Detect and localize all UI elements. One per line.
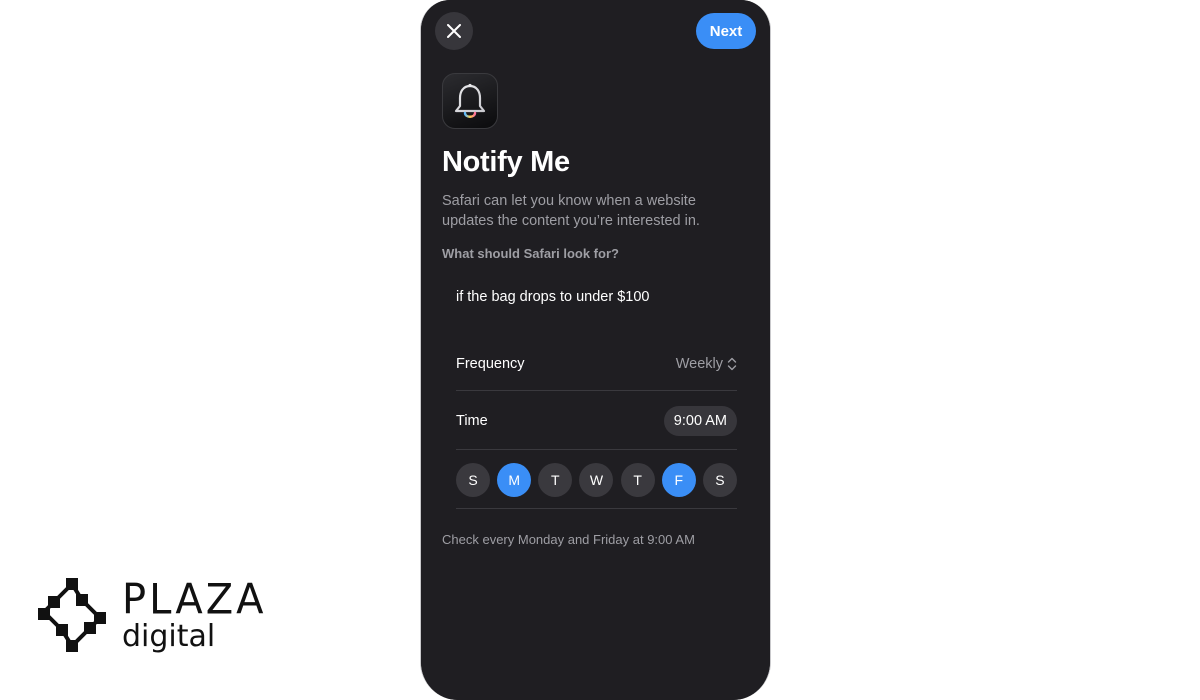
day-toggle-thursday[interactable]: T	[620, 463, 655, 497]
chevron-up-down-icon	[727, 357, 737, 371]
time-row: Time 9:00 AM	[456, 405, 737, 437]
time-label: Time	[456, 413, 488, 429]
logo-text-digital: digital	[122, 619, 216, 654]
day-toggle-sunday[interactable]: S	[456, 463, 490, 497]
weekday-selector: S M T W T F S	[456, 463, 737, 497]
frequency-value: Weekly	[675, 356, 723, 372]
day-toggle-wednesday[interactable]: W	[579, 463, 614, 497]
day-toggle-tuesday[interactable]: T	[538, 463, 573, 497]
notify-me-sheet: Next Notify Me Safari can let you know w…	[421, 0, 770, 700]
logo-mark-icon	[38, 578, 106, 652]
question-label: What should Safari look for?	[442, 246, 619, 261]
divider	[456, 449, 737, 450]
frequency-row: Frequency Weekly	[456, 350, 737, 378]
divider	[456, 508, 737, 509]
page-title: Notify Me	[442, 146, 570, 178]
logo-text-plaza: PLAZA	[122, 575, 267, 625]
close-icon	[447, 24, 461, 38]
frequency-label: Frequency	[456, 356, 525, 372]
phone-screen: Next Notify Me Safari can let you know w…	[420, 0, 771, 700]
day-toggle-friday[interactable]: F	[661, 463, 696, 497]
frequency-selector[interactable]: Weekly	[676, 356, 737, 372]
next-button[interactable]: Next	[696, 13, 756, 49]
description-text: Safari can let you know when a website u…	[442, 193, 700, 229]
app-icon	[442, 73, 498, 129]
close-button[interactable]	[435, 12, 473, 50]
schedule-summary: Check every Monday and Friday at 9:00 AM	[442, 532, 695, 547]
time-picker-button[interactable]: 9:00 AM	[663, 406, 737, 436]
divider	[456, 390, 737, 391]
query-input[interactable]: if the bag drops to under $100	[456, 289, 649, 305]
bell-icon	[454, 83, 486, 118]
day-toggle-saturday[interactable]: S	[702, 463, 737, 497]
day-toggle-monday[interactable]: M	[497, 463, 532, 497]
plaza-digital-logo: PLAZA digital	[36, 577, 263, 658]
